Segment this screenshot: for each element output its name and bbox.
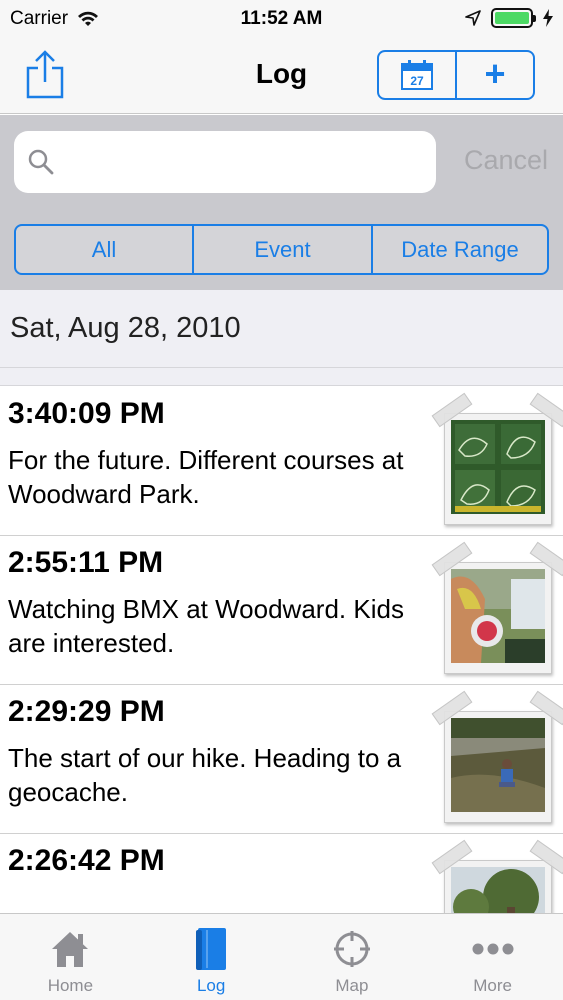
filter-all[interactable]: All (16, 226, 192, 273)
log-entry-time: 2:26:42 PM (8, 844, 165, 877)
log-entry[interactable]: 2:29:29 PM The start of our hike. Headin… (0, 685, 563, 834)
section-spacer (0, 368, 563, 386)
log-entry-text: For the future. Different courses at Woo… (8, 445, 404, 509)
calendar-day: 27 (410, 74, 424, 88)
log-entry[interactable]: 3:40:09 PM For the future. Different cou… (0, 387, 563, 536)
log-entry-thumbnail[interactable] (444, 711, 552, 823)
log-list: 3:40:09 PM For the future. Different cou… (0, 387, 563, 983)
search-area: Cancel All Event Date Range (0, 115, 563, 290)
crosshair-icon (333, 931, 370, 967)
park-map-photo (451, 420, 545, 514)
tab-bar: Home Log Map More (0, 913, 563, 1000)
battery-fill (495, 12, 529, 24)
log-entry-time: 2:55:11 PM (8, 546, 164, 579)
tab-label: Map (335, 976, 369, 995)
log-entry-time: 2:29:29 PM (8, 695, 165, 728)
tab-log[interactable]: Log (141, 914, 282, 1000)
hike-photo (451, 718, 545, 812)
tab-more[interactable]: More (422, 914, 563, 1000)
section-header: Sat, Aug 28, 2010 (0, 290, 563, 368)
home-icon (52, 932, 89, 967)
status-bar: Carrier 11:52 AM (0, 0, 563, 38)
section-date: Sat, Aug 28, 2010 (10, 312, 241, 344)
battery-icon (491, 8, 536, 28)
filter-event[interactable]: Event (192, 226, 371, 273)
log-entry-time: 3:40:09 PM (8, 397, 165, 430)
calendar-button[interactable]: 27 (379, 52, 455, 98)
log-entry[interactable]: 2:55:11 PM Watching BMX at Woodward. Kid… (0, 536, 563, 685)
bmx-kid-photo (451, 569, 545, 663)
tab-label: Home (47, 976, 94, 995)
cancel-button[interactable]: Cancel (464, 145, 548, 176)
book-icon (196, 928, 227, 970)
more-icon (472, 943, 514, 955)
filter-date-range[interactable]: Date Range (371, 226, 547, 273)
status-right (465, 8, 553, 28)
search-icon (28, 149, 54, 175)
search-input[interactable] (64, 149, 436, 175)
filter-segmented-control: All Event Date Range (14, 224, 549, 275)
tab-map[interactable]: Map (282, 914, 423, 1000)
tab-home[interactable]: Home (0, 914, 141, 1000)
location-arrow-icon (465, 10, 481, 26)
log-entry-thumbnail[interactable] (444, 413, 552, 525)
search-field[interactable] (14, 131, 436, 193)
add-entry-button[interactable]: + (455, 52, 533, 98)
tab-label: More (473, 976, 512, 995)
charging-bolt-icon (543, 9, 553, 27)
log-entry-text: Watching BMX at Woodward. Kids are inter… (8, 594, 404, 658)
nav-action-group: 27 + (377, 50, 535, 100)
log-entry-text: The start of our hike. Heading to a geoc… (8, 743, 402, 807)
tab-label: Log (196, 976, 226, 995)
calendar-icon: 27 (401, 60, 433, 90)
plus-icon: + (484, 52, 506, 94)
navigation-bar: Log 27 + (0, 38, 563, 114)
log-entry-thumbnail[interactable] (444, 562, 552, 674)
